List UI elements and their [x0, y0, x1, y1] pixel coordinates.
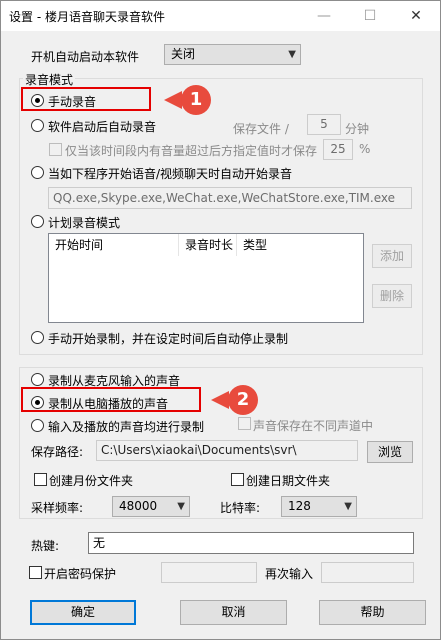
schedule-table[interactable]: 开始时间 录音时长 类型	[48, 233, 364, 323]
save-path-input[interactable]: C:\Users\xiaokai\Documents\svr\	[96, 440, 358, 461]
table-header-start-time[interactable]: 开始时间	[49, 234, 179, 256]
settings-window: 设置 - 楼月语音聊天录音软件 — ☐ ✕ 开机自动启动本软件 关闭 ▼ 录音模…	[0, 0, 441, 640]
mic-radio[interactable]	[31, 373, 44, 386]
add-button[interactable]: 添加	[372, 244, 412, 268]
bitrate-label: 比特率:	[220, 501, 261, 515]
maximize-button[interactable]: ☐	[347, 1, 393, 31]
record-mode-group-label: 录音模式	[23, 71, 76, 88]
save-file-label: 保存文件 /	[233, 122, 289, 136]
auto-on-start-label[interactable]: 软件启动后自动录音	[48, 118, 156, 135]
auto-on-program-label[interactable]: 当如下程序开始语音/视频聊天时自动开始录音	[48, 165, 292, 182]
hotkey-label: 热键:	[31, 539, 60, 553]
both-label[interactable]: 输入及播放的声音均进行录制	[48, 418, 204, 435]
manual-then-stop-label[interactable]: 手动开始录制，并在设定时间后自动停止录制	[48, 330, 288, 347]
percent-label: %	[359, 142, 371, 156]
scheduled-label[interactable]: 计划录音模式	[48, 214, 120, 231]
password-repeat-label: 再次输入	[265, 567, 314, 581]
manual-then-stop-radio[interactable]	[31, 331, 44, 344]
password-repeat-input[interactable]	[321, 562, 414, 583]
scheduled-radio[interactable]	[31, 215, 44, 228]
save-file-minutes-input[interactable]: 5	[307, 114, 341, 135]
highlight-box-2	[21, 387, 201, 412]
auto-on-start-radio[interactable]	[31, 119, 44, 132]
autostart-select[interactable]: 关闭 ▼	[164, 44, 301, 65]
sample-rate-value: 48000	[119, 499, 158, 513]
month-folder-label[interactable]: 创建月份文件夹	[49, 472, 133, 489]
callout-pointer-2	[211, 391, 229, 409]
table-header-duration[interactable]: 录音时长	[179, 234, 237, 256]
browse-button[interactable]: 浏览	[367, 441, 413, 463]
title-bar: 设置 - 楼月语音聊天录音软件 — ☐ ✕	[1, 1, 440, 31]
close-button[interactable]: ✕	[393, 1, 439, 31]
autostart-label: 开机自动启动本软件	[31, 50, 140, 64]
only-save-label: 仅当该时间段内有音量超过后方指定值时才保存	[65, 144, 318, 158]
sample-rate-select[interactable]: 48000 ▼	[112, 496, 190, 517]
date-folder-checkbox[interactable]	[231, 473, 244, 486]
highlight-box-1	[21, 87, 151, 111]
chevron-down-icon: ▼	[344, 501, 352, 512]
date-folder-label[interactable]: 创建日期文件夹	[246, 472, 330, 489]
program-list-input[interactable]: QQ.exe,Skype.exe,WeChat.exe,WeChatStore.…	[48, 187, 412, 209]
sample-rate-label: 采样频率:	[31, 501, 84, 515]
both-radio[interactable]	[31, 419, 44, 432]
only-save-checkbox[interactable]	[49, 143, 62, 156]
password-checkbox[interactable]	[29, 566, 42, 579]
chevron-down-icon: ▼	[177, 501, 185, 512]
save-path-label: 保存路径:	[31, 445, 84, 459]
minutes-unit-label: 分钟	[345, 122, 370, 136]
chevron-down-icon: ▼	[288, 49, 296, 60]
cancel-button[interactable]: 取消	[180, 600, 287, 625]
callout-badge-2: 2	[228, 385, 258, 415]
password-label[interactable]: 开启密码保护	[44, 565, 116, 582]
only-save-value-input[interactable]: 25	[323, 139, 353, 160]
bitrate-value: 128	[288, 499, 311, 513]
separate-channels-label: 声音保存在不同声道中	[253, 419, 374, 433]
bitrate-select[interactable]: 128 ▼	[281, 496, 357, 517]
separate-channels-checkbox[interactable]	[238, 417, 251, 430]
table-header-type[interactable]: 类型	[237, 234, 363, 256]
hotkey-input[interactable]: 无	[88, 532, 414, 554]
callout-badge-1: 1	[181, 85, 211, 115]
minimize-button[interactable]: —	[301, 1, 347, 31]
delete-button[interactable]: 删除	[372, 284, 412, 308]
help-button[interactable]: 帮助	[319, 600, 426, 625]
autostart-value: 关闭	[171, 47, 196, 61]
ok-button[interactable]: 确定	[30, 600, 136, 625]
auto-on-program-radio[interactable]	[31, 166, 44, 179]
month-folder-checkbox[interactable]	[34, 473, 47, 486]
window-title: 设置 - 楼月语音聊天录音软件	[9, 10, 165, 24]
callout-pointer-1	[164, 91, 182, 109]
password-input[interactable]	[161, 562, 257, 583]
